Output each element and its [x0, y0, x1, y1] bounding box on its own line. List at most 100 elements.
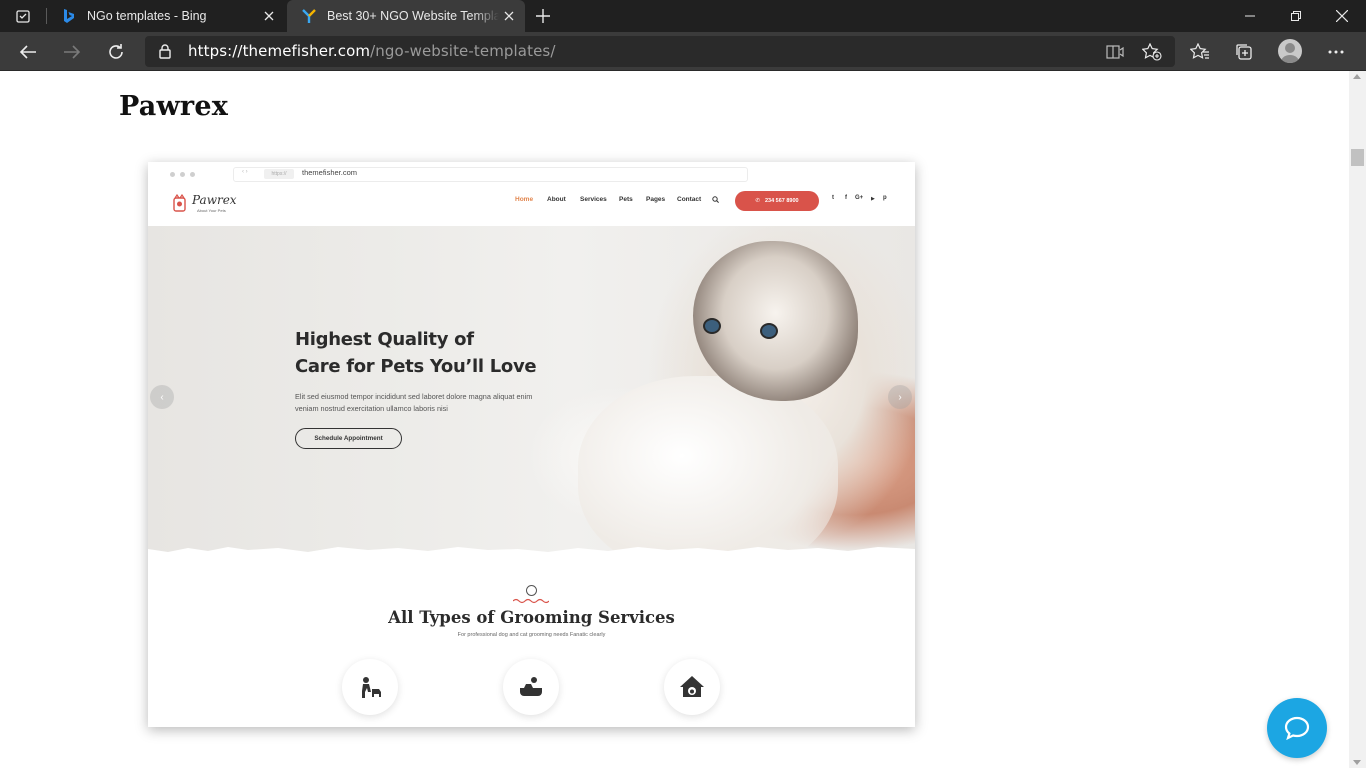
new-tab-button[interactable] [531, 4, 555, 28]
close-icon [1336, 10, 1348, 22]
scroll-down-arrow-icon[interactable] [1353, 760, 1361, 765]
restore-button[interactable] [1273, 0, 1319, 32]
mock-service-card [503, 659, 559, 715]
mock-phone-icon: ✆ [755, 198, 760, 204]
mock-paw-icon [526, 585, 537, 596]
tab-strip: NGo templates - Bing Best 30+ NGO Websit… [0, 0, 1366, 32]
mock-phone-button: ✆ 234 567 8900 [735, 191, 819, 211]
vertical-scrollbar[interactable] [1349, 71, 1366, 768]
scroll-thumb[interactable] [1351, 149, 1364, 166]
add-favorite-button[interactable] [1140, 40, 1164, 64]
mock-phone-number: 234 567 8900 [764, 198, 799, 204]
immersive-reader-button[interactable] [1103, 40, 1127, 64]
mock-services-section: All Types of Grooming Services For profe… [148, 556, 915, 727]
mock-nav-services: Services [580, 196, 607, 203]
page-viewport: Pawrex ‹ › https:// themefisher.com Pawr… [0, 71, 1349, 768]
mock-logo-name: Pawrex [192, 193, 237, 207]
mock-next-arrow-icon: › [888, 385, 912, 409]
cat-eye [760, 323, 778, 339]
mock-hero-text-line: veniam nostrud exercitation ullamco labo… [295, 404, 448, 413]
mock-service-card [664, 659, 720, 715]
collections-icon [1236, 44, 1252, 60]
mock-hero-text-line: Elit sed eiusmod tempor incididunt sed l… [295, 392, 533, 401]
url-text[interactable]: https://themefisher.com/ngo-website-temp… [188, 42, 555, 60]
back-arrow-icon [19, 45, 36, 59]
star-add-icon [1142, 43, 1162, 61]
mock-hero-text: Elit sed eiusmod tempor incididunt sed l… [295, 391, 595, 415]
tab-actions-button[interactable] [8, 4, 38, 28]
mock-hero-title-line: Highest Quality of [295, 329, 474, 350]
forward-button[interactable] [56, 36, 88, 68]
themefisher-icon [301, 8, 317, 24]
mock-hero-image: Highest Quality of Care for Pets You’ll … [148, 226, 915, 556]
settings-menu-button[interactable] [1320, 36, 1352, 68]
mock-dot [180, 172, 185, 177]
mock-youtube-icon: ▶ [871, 196, 875, 202]
mock-services-subtitle: For professional dog and cat grooming ne… [457, 632, 606, 638]
mock-prev-arrow-icon: ‹ [150, 385, 174, 409]
mock-pinterest-icon: p [883, 195, 887, 201]
url-host: https://themefisher.com [188, 42, 371, 60]
mock-dot [190, 172, 195, 177]
refresh-button[interactable] [100, 36, 132, 68]
url-path: /ngo-website-templates/ [370, 42, 556, 60]
minimize-button[interactable] [1227, 0, 1273, 32]
tab-actions-icon [16, 10, 30, 23]
close-window-button[interactable] [1319, 0, 1365, 32]
minimize-icon [1245, 15, 1255, 17]
tab-title: Best 30+ NGO Website Templates [327, 9, 499, 23]
mock-dot [170, 172, 175, 177]
template-preview-image[interactable]: ‹ › https:// themefisher.com Pawrex Abou… [148, 162, 915, 727]
mock-facebook-icon: f [845, 195, 847, 201]
favorites-button[interactable] [1184, 36, 1216, 68]
mock-browser-bar: ‹ › https:// themefisher.com [148, 162, 915, 186]
mock-nav-home: Home [515, 196, 534, 203]
profile-icon [1281, 43, 1299, 63]
mock-nav-about: About [547, 196, 566, 203]
mock-site-nav: Pawrex About Your Pets Home About Servic… [148, 186, 915, 226]
mock-wave-divider-icon [513, 598, 549, 604]
cat-body-shape [578, 376, 838, 556]
favorites-icon [1190, 43, 1209, 59]
torn-edge-shape [148, 547, 915, 556]
mock-search-icon [712, 196, 719, 203]
profile-avatar[interactable] [1278, 39, 1302, 63]
more-icon [1328, 50, 1344, 54]
forward-arrow-icon [64, 45, 81, 59]
mock-nav-pets: Pets [619, 196, 633, 203]
mock-hero-title: Highest Quality of Care for Pets You’ll … [295, 326, 615, 380]
back-button[interactable] [12, 36, 44, 68]
mock-schedule-button: Schedule Appointment [295, 428, 402, 449]
template-heading: Pawrex [119, 91, 229, 122]
mock-logo: Pawrex About Your Pets [172, 193, 237, 213]
mock-nav-arrows-icon: ‹ › [242, 169, 248, 175]
chat-widget-button[interactable] [1267, 698, 1327, 758]
close-tab-icon[interactable] [259, 6, 279, 26]
chat-bubble-icon [1284, 716, 1310, 740]
mock-google-icon: G+ [855, 195, 864, 201]
dog-training-icon [362, 677, 381, 698]
mock-nav-pages: Pages [646, 196, 666, 203]
mock-logo-tagline: About Your Pets [197, 208, 226, 213]
tab-bing[interactable]: NGo templates - Bing [47, 0, 285, 32]
mock-https: https:// [264, 169, 294, 179]
collections-button[interactable] [1228, 36, 1260, 68]
lock-icon[interactable] [159, 44, 171, 59]
dog-bath-icon [520, 677, 542, 696]
mock-services-title: All Types of Grooming Services [388, 608, 675, 627]
browser-window: NGo templates - Bing Best 30+ NGO Websit… [0, 0, 1366, 768]
paw-logo-icon [173, 194, 186, 212]
bing-icon [61, 8, 77, 24]
close-tab-icon[interactable] [499, 6, 519, 26]
tab-themefisher[interactable]: Best 30+ NGO Website Templates [287, 0, 525, 32]
address-bar[interactable]: https://themefisher.com/ngo-website-temp… [145, 36, 1175, 67]
scroll-up-arrow-icon[interactable] [1353, 74, 1361, 79]
tab-title: NGo templates - Bing [87, 9, 207, 23]
restore-icon [1291, 11, 1301, 21]
browser-toolbar: https://themefisher.com/ngo-website-temp… [0, 32, 1366, 71]
immersive-reader-icon [1106, 45, 1124, 59]
mock-hero-title-line: Care for Pets You’ll Love [295, 356, 537, 377]
mock-twitter-icon: t [832, 195, 834, 201]
mock-service-card [342, 659, 398, 715]
mock-url: themefisher.com [302, 168, 358, 177]
